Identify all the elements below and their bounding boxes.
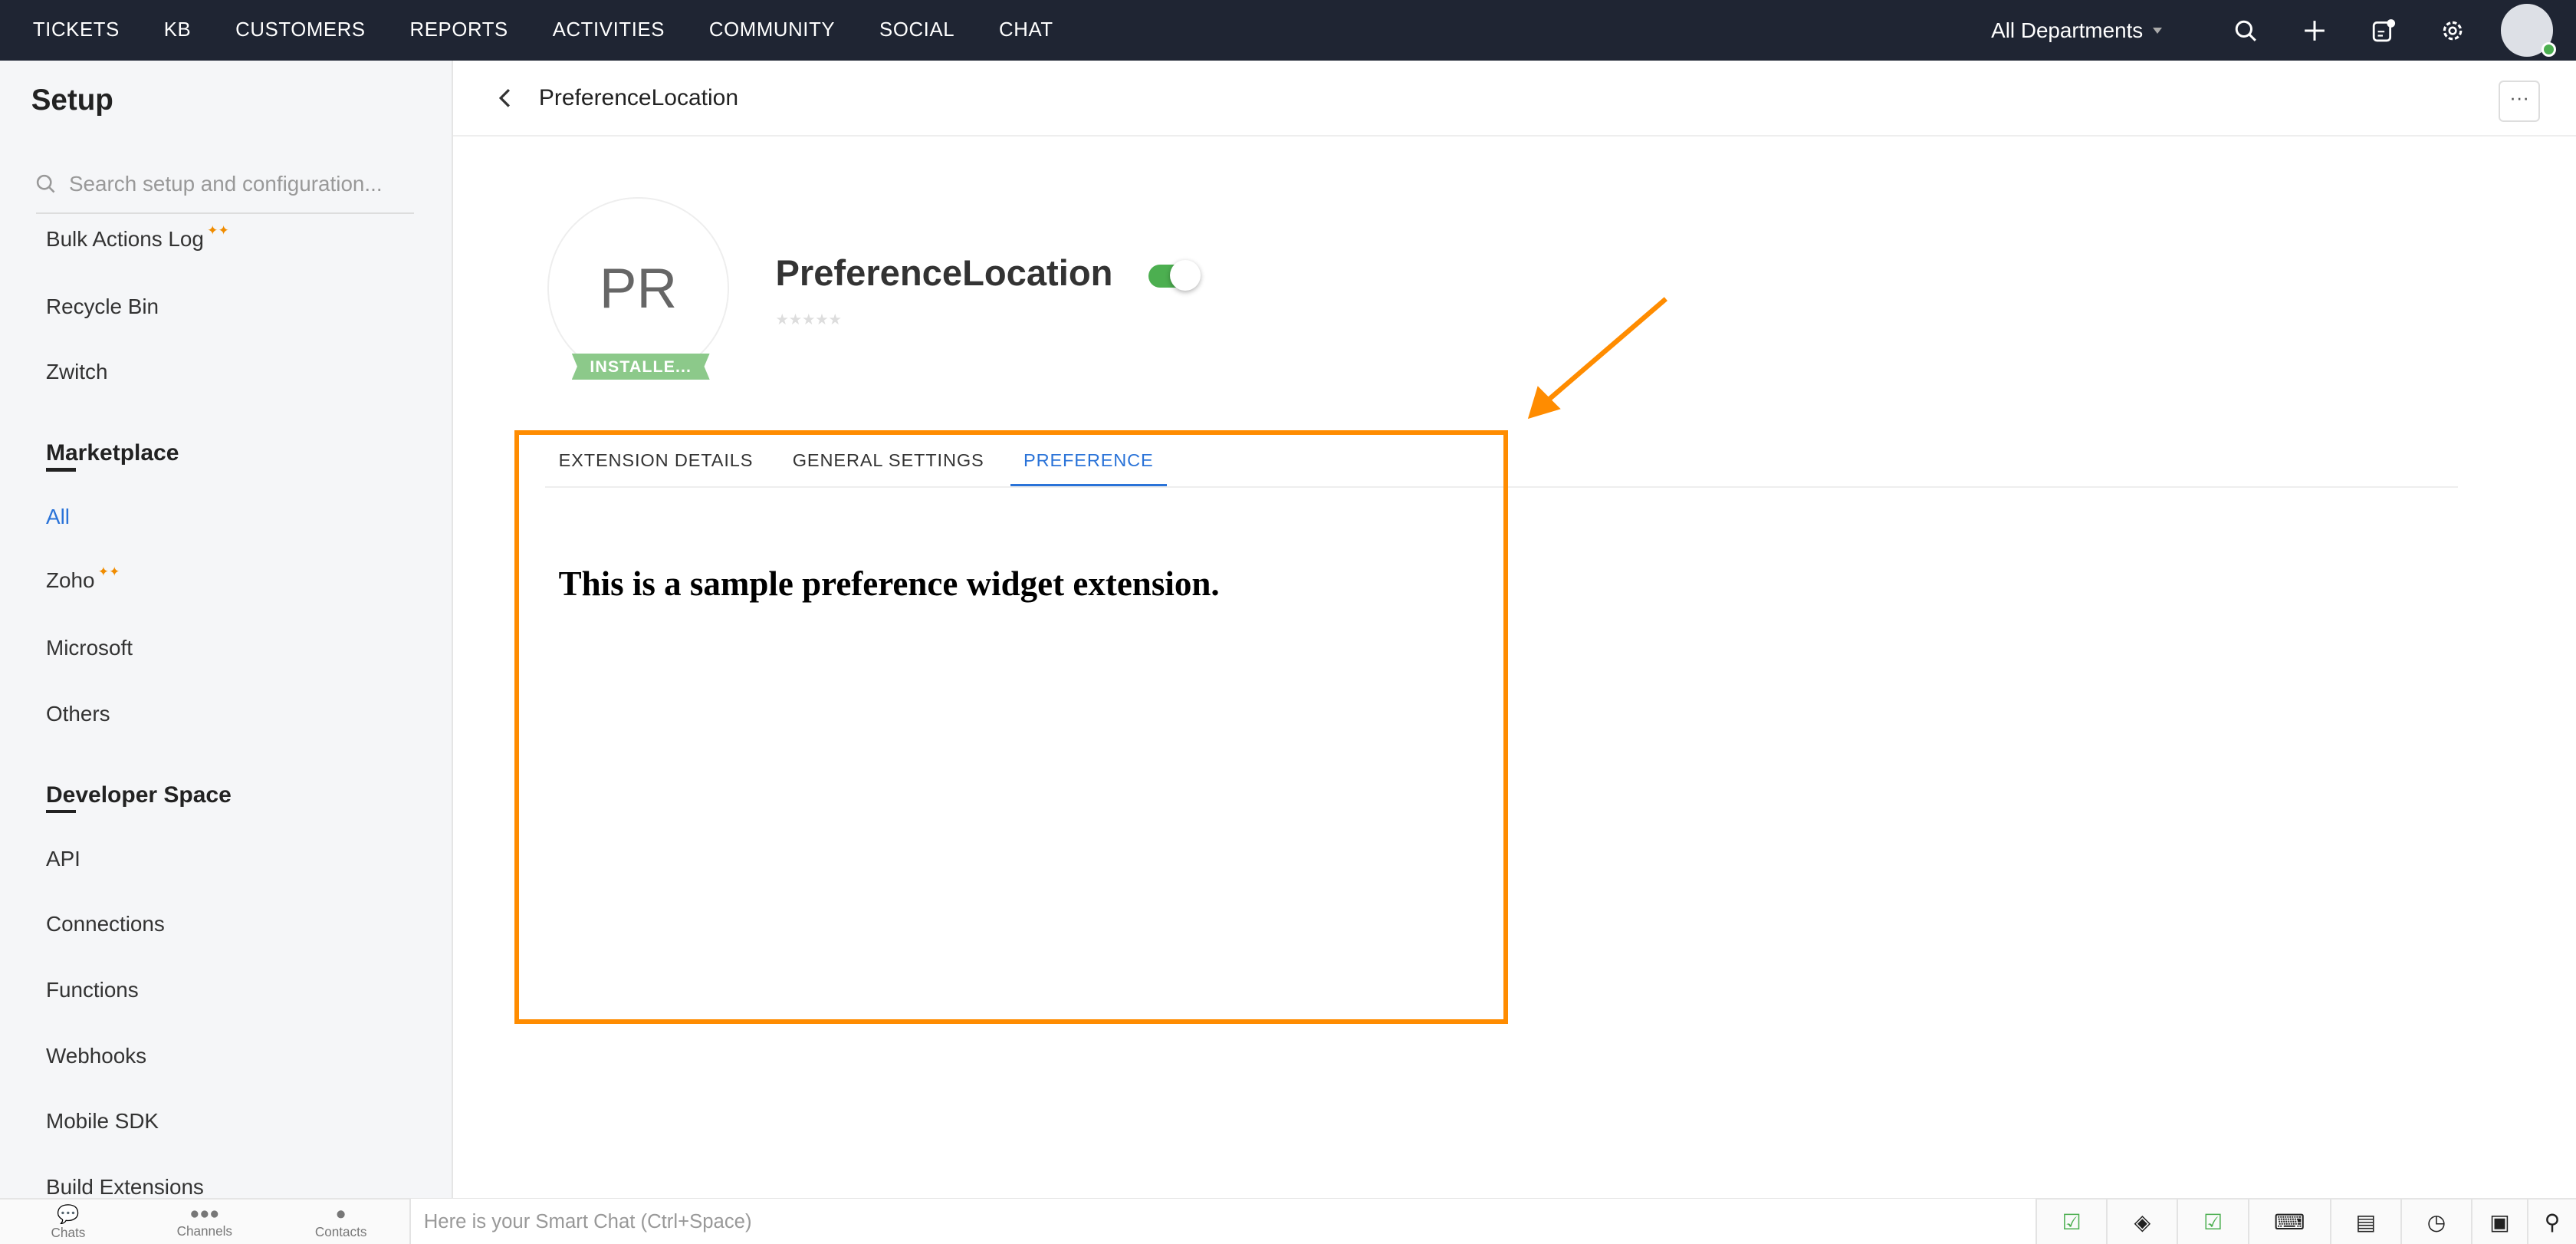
keyboard-icon[interactable]: ⌨ [2247,1199,2330,1244]
page-title: PreferenceLocation [538,84,739,110]
sidebar-item-mobile-sdk[interactable]: Mobile SDK [46,1109,159,1134]
sparkle-icon: ✦✦ [207,222,229,238]
bottom-bar: 💬 Chats ●●● Channels ● Contacts Here is you… [0,1198,2576,1244]
nav-customers[interactable]: CUSTOMERS [235,19,366,41]
notes-icon[interactable]: ▣ [2470,1199,2527,1244]
nav-activities[interactable]: ACTIVITIES [553,19,665,41]
sidebar-item-recycle-bin[interactable]: Recycle Bin [46,295,159,319]
search-icon [36,175,55,193]
nav-social[interactable]: SOCIAL [879,19,955,41]
sidebar-item-others[interactable]: Others [46,702,110,726]
app-logo: PR [547,197,730,380]
contacts-label: Contacts [314,1224,367,1240]
search-placeholder: Search setup and configuration... [68,172,383,196]
channels-label: Channels [176,1223,232,1239]
caret-down-icon [2153,27,2163,34]
more-options-button[interactable]: ··· [2499,80,2540,122]
contacts-button[interactable]: ● Contacts [273,1203,409,1240]
status-icon-2[interactable]: ☑ [2177,1199,2247,1244]
sidebar-item-webhooks[interactable]: Webhooks [46,1044,146,1068]
avatar[interactable] [2500,4,2557,57]
nav-community[interactable]: COMMUNITY [709,19,835,41]
person-icon: ● [335,1203,347,1224]
main-content: PreferenceLocation ··· PR INSTALLE... Pr… [453,61,2576,1198]
setup-search-input[interactable]: Search setup and configuration... [36,156,414,214]
installed-badge: INSTALLE... [571,353,710,380]
search-icon[interactable] [2211,19,2280,42]
sidebar-item-functions[interactable]: Functions [46,978,139,1002]
sidebar-item-label: Zoho [46,568,95,593]
section-developer-space: Developer Space [46,782,232,814]
setup-sidebar: Setup Search setup and configuration... … [0,61,454,1199]
sidebar-title: Setup [31,84,113,117]
chats-button[interactable]: 💬 Chats [0,1203,136,1241]
search-icon[interactable]: ⚲ [2526,1199,2576,1244]
department-dropdown[interactable]: All Departments [1991,18,2163,43]
enable-toggle[interactable] [1148,259,1201,291]
nav-reports[interactable]: REPORTS [410,19,508,41]
section-marketplace: Marketplace [46,440,179,472]
channels-button[interactable]: ●●● Channels [136,1204,273,1239]
top-navigation-bar: TICKETS KB CUSTOMERS REPORTS ACTIVITIES … [0,0,2576,61]
compose-icon[interactable] [2349,18,2418,43]
toggle-knob [1169,259,1201,291]
clock-icon[interactable]: ◷ [2400,1199,2471,1244]
sidebar-item-all[interactable]: All [46,505,70,529]
task-check-icon[interactable]: ▤ [2329,1199,2400,1244]
chats-label: Chats [51,1224,86,1240]
page-header: PreferenceLocation [453,61,2576,137]
sparkle-icon: ✦✦ [97,564,120,580]
nav-chat[interactable]: CHAT [999,19,1053,41]
smart-chat-input[interactable]: Here is your Smart Chat (Ctrl+Space) [409,1199,2036,1244]
highlight-box [514,430,1509,1024]
sidebar-item-zoho[interactable]: Zoho ✦✦ [46,564,120,593]
status-icon[interactable]: ☑ [2036,1199,2106,1244]
layers-icon[interactable]: ◈ [2106,1199,2177,1244]
sidebar-item-zwitch[interactable]: Zwitch [46,360,107,384]
gear-icon[interactable] [2418,18,2487,43]
sidebar-item-microsoft[interactable]: Microsoft [46,636,133,660]
sidebar-item-connections[interactable]: Connections [46,912,165,936]
annotation-arrow-icon [1527,297,1668,420]
sidebar-item-label: Bulk Actions Log [46,226,204,251]
department-label: All Departments [1991,18,2144,42]
chat-bubble-icon: 💬 [57,1203,80,1224]
sidebar-item-bulk-actions-log[interactable]: Bulk Actions Log ✦✦ [46,222,229,252]
nav-kb[interactable]: KB [164,19,192,41]
online-status-icon [2542,41,2557,57]
rating-stars: ★★★★★ [775,312,842,328]
app-name: PreferenceLocation [775,252,1113,293]
group-icon: ●●● [189,1204,220,1223]
sidebar-item-api[interactable]: API [46,847,80,871]
nav-tickets[interactable]: TICKETS [33,19,120,41]
plus-icon[interactable] [2280,19,2349,42]
sidebar-item-build-extensions[interactable]: Build Extensions [46,1175,204,1198]
back-icon[interactable] [499,88,512,108]
